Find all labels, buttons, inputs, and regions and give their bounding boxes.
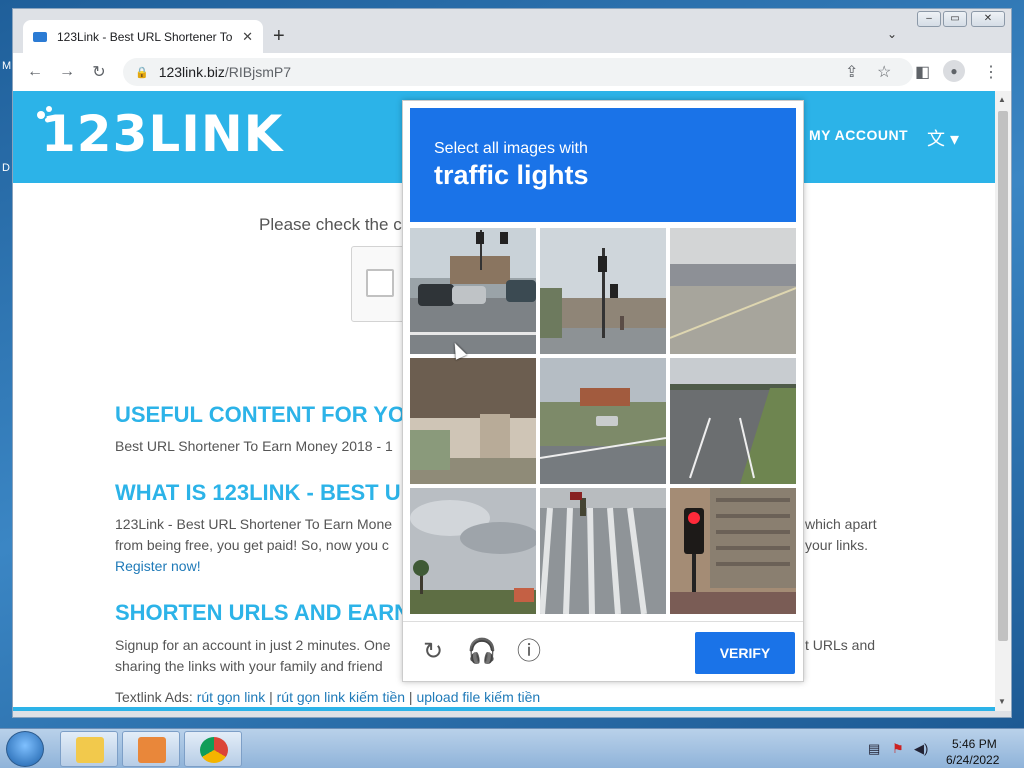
paragraph-shorten-line: Signup for an account in just 2 minutes.… [115, 637, 391, 653]
site-favicon-icon [33, 32, 47, 42]
captcha-tile-divided-highway[interactable] [670, 358, 796, 484]
verify-button[interactable]: VERIFY [695, 632, 795, 674]
captcha-tile-intersection-cars[interactable] [410, 228, 536, 354]
start-button[interactable] [6, 731, 44, 767]
heading-what-is: WHAT IS 123LINK - BEST U [115, 480, 401, 505]
language-chevron-icon[interactable]: 文 ▾ [927, 125, 959, 151]
captcha-instructions: Select all images with traffic lights [410, 108, 796, 222]
heading-useful-content: USEFUL CONTENT FOR YO [115, 402, 406, 427]
captcha-instruction-line: Select all images with [434, 140, 588, 157]
paragraph-shorten-line: t URLs and [805, 637, 876, 653]
textlink-separator: | [408, 689, 413, 705]
taskbar: ▤ ⚑ ◀) 5:46 PM 6/24/2022 [0, 728, 1024, 768]
close-tab-icon[interactable]: ✕ [242, 29, 253, 45]
minimize-button[interactable]: – [917, 11, 941, 27]
tab-title: 123Link - Best URL Shortener To [57, 30, 233, 44]
media-player-icon [138, 737, 166, 763]
textlink-item[interactable]: upload file kiếm tiền [416, 689, 540, 705]
captcha-tile-overpass-underside[interactable] [410, 358, 536, 484]
clock-date[interactable]: 6/24/2022 [946, 753, 999, 767]
paragraph-what-line: 123Link - Best URL Shortener To Earn Mon… [115, 516, 393, 532]
captcha-tile-crosswalk-pedestrian[interactable] [540, 488, 666, 614]
url-host: 123link.biz [158, 64, 225, 80]
register-link[interactable]: Register now! [115, 556, 201, 577]
captcha-tile-bridge-road[interactable] [670, 228, 796, 354]
captcha-tile-street-corner-traffic-light[interactable] [540, 228, 666, 354]
captcha-image-grid [410, 228, 798, 616]
taskbar-media-player[interactable] [122, 731, 180, 767]
textlink-item[interactable]: rút gọn link kiếm tiền [277, 689, 405, 705]
captcha-prompt-text: Please check the ca [259, 215, 412, 234]
page-bottom-bar [13, 707, 995, 711]
network-icon[interactable]: ▤ [868, 741, 880, 757]
taskbar-chrome[interactable] [184, 731, 242, 767]
close-window-button[interactable]: ✕ [971, 11, 1005, 27]
side-panel-icon[interactable]: ◧ [915, 62, 930, 82]
captcha-target-label: traffic lights [434, 160, 589, 190]
info-icon[interactable]: ⓘ [515, 638, 543, 666]
desktop-icon-label[interactable]: D [2, 162, 10, 174]
tab-strip: 123Link - Best URL Shortener To ✕ + ⌄ – … [13, 9, 1011, 54]
captcha-tile-cloudy-sky-palms[interactable] [410, 488, 536, 614]
reload-icon[interactable]: ↻ [419, 638, 447, 666]
site-logo[interactable]: 123LINK [41, 105, 283, 163]
paragraph-what-line: your links. [805, 537, 869, 553]
chrome-icon [200, 737, 228, 763]
action-center-flag-icon[interactable]: ⚑ [892, 741, 904, 757]
folder-icon [76, 737, 104, 763]
taskbar-explorer[interactable] [60, 731, 118, 767]
textlink-item[interactable]: rút gọn link [197, 689, 265, 705]
menu-kebab-icon[interactable]: ⋮ [983, 62, 999, 82]
bookmark-star-icon[interactable]: ☆ [877, 62, 891, 82]
reload-icon[interactable]: ↻ [83, 62, 115, 82]
captcha-tile-highway-exit[interactable] [540, 358, 666, 484]
back-arrow-icon[interactable]: ← [19, 63, 51, 81]
new-tab-button[interactable]: + [273, 25, 285, 48]
paragraph-shorten-line: sharing the links with your family and f… [115, 658, 383, 674]
scrollbar-thumb[interactable] [998, 111, 1008, 641]
textlink-separator: | [269, 689, 273, 705]
captcha-tile-red-traffic-light-building[interactable] [670, 488, 796, 614]
url-path: /RIBjsmP7 [224, 64, 291, 80]
share-icon[interactable]: ⇪ [845, 62, 858, 82]
paragraph-what-line: from being free, you get paid! So, now y… [115, 537, 389, 553]
volume-icon[interactable]: ◀) [914, 741, 928, 757]
textlink-label: Textlink Ads: [115, 689, 193, 705]
textlink-ads: Textlink Ads: rút gọn link | rút gọn lin… [115, 687, 540, 708]
vertical-scrollbar[interactable]: ▲ ▼ [995, 91, 1011, 711]
captcha-footer: ↻ 🎧 ⓘ VERIFY [403, 621, 803, 681]
clock-time[interactable]: 5:46 PM [952, 737, 997, 751]
system-tray: ▤ ⚑ ◀) 5:46 PM 6/24/2022 [862, 733, 1022, 767]
recaptcha-checkbox[interactable] [366, 269, 394, 297]
captcha-challenge: Select all images with traffic lights ↻ … [402, 100, 804, 682]
my-account-link[interactable]: MY ACCOUNT [809, 127, 908, 143]
browser-tab[interactable]: 123Link - Best URL Shortener To ✕ [23, 20, 263, 54]
paragraph-what-line: which apart [805, 516, 877, 532]
tab-search-chevron-icon[interactable]: ⌄ [887, 27, 897, 41]
browser-toolbar: ← → ↻ 🔒 123link.biz/RIBjsmP7 ⇪ ☆ ◧ ● ⋮ [13, 53, 1011, 91]
address-bar[interactable]: 🔒 123link.biz/RIBjsmP7 [123, 58, 913, 86]
heading-shorten-urls: SHORTEN URLS AND EARN [115, 600, 410, 625]
desktop-icon-label[interactable]: M [2, 60, 11, 72]
paragraph-useful: Best URL Shortener To Earn Money 2018 - … [115, 438, 393, 454]
lock-icon: 🔒 [135, 66, 149, 79]
profile-avatar[interactable]: ● [943, 60, 965, 82]
maximize-button[interactable]: ▭ [943, 11, 967, 27]
forward-arrow-icon[interactable]: → [51, 63, 83, 81]
headphones-audio-icon[interactable]: 🎧 [467, 638, 497, 666]
scroll-down-icon[interactable]: ▼ [998, 697, 1006, 706]
scroll-up-icon[interactable]: ▲ [998, 95, 1006, 104]
